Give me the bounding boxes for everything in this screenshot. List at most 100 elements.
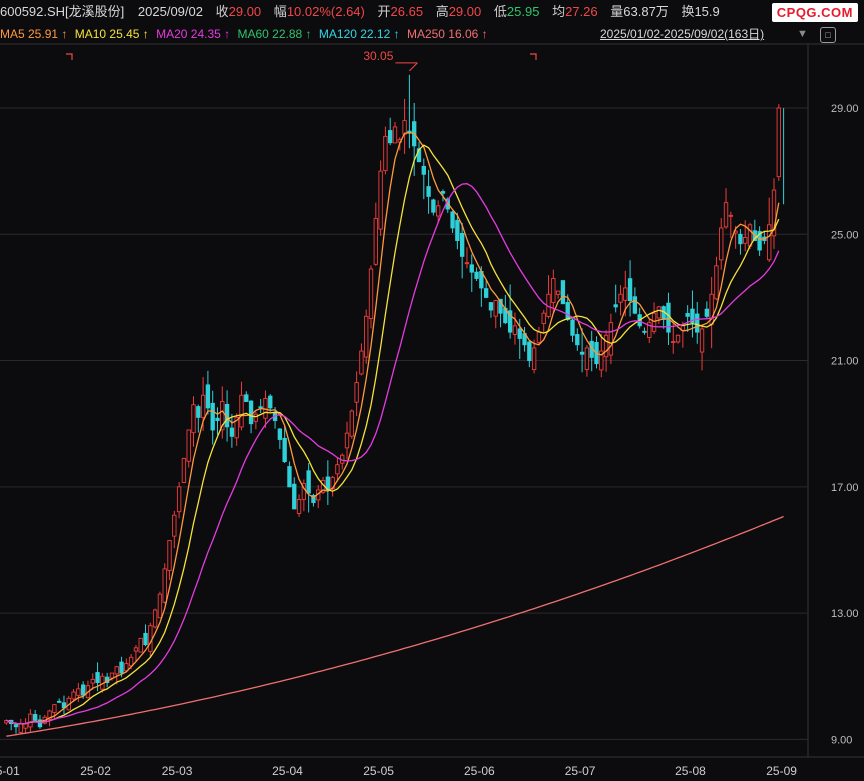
candle-body <box>541 312 546 325</box>
candle-body <box>196 406 201 418</box>
candle-body <box>344 432 350 449</box>
candle-body <box>584 347 590 370</box>
candle-body <box>28 713 33 728</box>
candle-body <box>114 666 119 675</box>
candle-body <box>268 395 273 409</box>
y-tick-label: 13.00 <box>831 608 859 620</box>
candle-body <box>13 724 19 728</box>
candle-body <box>109 672 115 679</box>
ma250-line <box>6 515 784 737</box>
candle-body <box>618 293 623 303</box>
x-tick-label: 25-04 <box>272 764 303 778</box>
candle-body <box>364 315 369 358</box>
candle-body <box>191 404 196 434</box>
candle-body <box>656 306 662 319</box>
candle-body <box>603 334 609 358</box>
candle-body <box>95 672 100 683</box>
candle-body <box>277 428 283 440</box>
candle-body <box>335 464 340 475</box>
candle-body <box>632 296 638 314</box>
candle-body <box>359 350 364 375</box>
candle-body <box>383 135 388 172</box>
candle-body <box>699 328 705 353</box>
candle-body <box>205 384 211 409</box>
candle-body <box>244 394 249 403</box>
candle-body <box>493 300 498 317</box>
candle-body <box>143 632 148 646</box>
candle-body <box>76 688 81 696</box>
candle-body <box>483 288 489 298</box>
candle-body <box>469 264 474 273</box>
candle-body <box>527 341 532 361</box>
candle-body <box>575 334 580 346</box>
candle-body <box>555 290 561 295</box>
candle-body <box>368 268 374 319</box>
candle-body <box>229 427 235 437</box>
candle-body <box>421 165 426 175</box>
candle-body <box>719 227 724 261</box>
candle-body <box>181 457 187 483</box>
candle-body <box>570 319 575 336</box>
candle-body <box>488 302 494 311</box>
candle-body <box>186 429 191 462</box>
candle-body <box>18 723 23 733</box>
candle-body <box>455 220 460 242</box>
y-tick-label: 9.00 <box>831 734 852 746</box>
candle-body <box>52 704 57 713</box>
candle-body <box>613 304 618 308</box>
x-tick-label: 25-07 <box>565 764 596 778</box>
y-tick-label: 25.00 <box>831 229 859 241</box>
x-tick-label: 25-08 <box>675 764 706 778</box>
candle-body <box>119 661 124 674</box>
candle-body <box>776 107 781 178</box>
candle-body <box>685 313 690 317</box>
ma5-line <box>6 131 780 725</box>
candle-body <box>388 130 393 144</box>
x-tick-label: 25-05 <box>363 764 394 778</box>
candle-body <box>627 278 633 302</box>
x-tick-label: 25-06 <box>464 764 495 778</box>
candle-body <box>431 199 436 213</box>
candle-body <box>459 232 465 257</box>
candle-body <box>738 233 743 245</box>
candle-body <box>642 330 647 333</box>
candle-body <box>157 593 163 619</box>
candle-body <box>464 262 470 265</box>
high-annotation-arrow <box>409 62 418 72</box>
candle-body <box>579 351 585 355</box>
candle-body <box>33 714 38 721</box>
candle-body <box>167 540 172 571</box>
candle-body <box>608 322 614 356</box>
candle-body <box>253 413 259 422</box>
x-tick-label: 25-01 <box>0 764 20 778</box>
candle-body <box>133 647 139 652</box>
candle-body <box>287 466 292 488</box>
candle-body <box>373 218 378 265</box>
candle-body <box>148 625 153 652</box>
candle-body <box>239 394 244 428</box>
candle-body <box>90 678 95 684</box>
candle-body <box>23 723 28 729</box>
x-tick-label: 25-03 <box>162 764 193 778</box>
candle-body <box>282 437 287 463</box>
candle-body <box>215 417 220 421</box>
candle-body <box>436 205 441 217</box>
candle-body <box>651 312 657 332</box>
candle-body <box>517 328 522 339</box>
candle-body <box>695 313 700 333</box>
candle-body <box>138 637 143 653</box>
candle-body <box>536 331 542 343</box>
candle-body <box>176 486 182 513</box>
candle-body <box>56 700 62 703</box>
candle-body <box>378 170 383 230</box>
candle-body <box>263 397 268 419</box>
candle-body <box>531 347 537 371</box>
candle-body <box>296 498 302 514</box>
candle-body <box>743 236 748 244</box>
candle-body <box>623 287 628 301</box>
marker-icon <box>66 53 73 60</box>
candlestick-chart: 9.00 13.00 17.00 21.00 25.00 29.00 25-01 25-02 2… <box>0 43 864 778</box>
candle-body <box>440 191 446 194</box>
candle-body <box>258 406 263 409</box>
candle-body <box>392 126 398 144</box>
